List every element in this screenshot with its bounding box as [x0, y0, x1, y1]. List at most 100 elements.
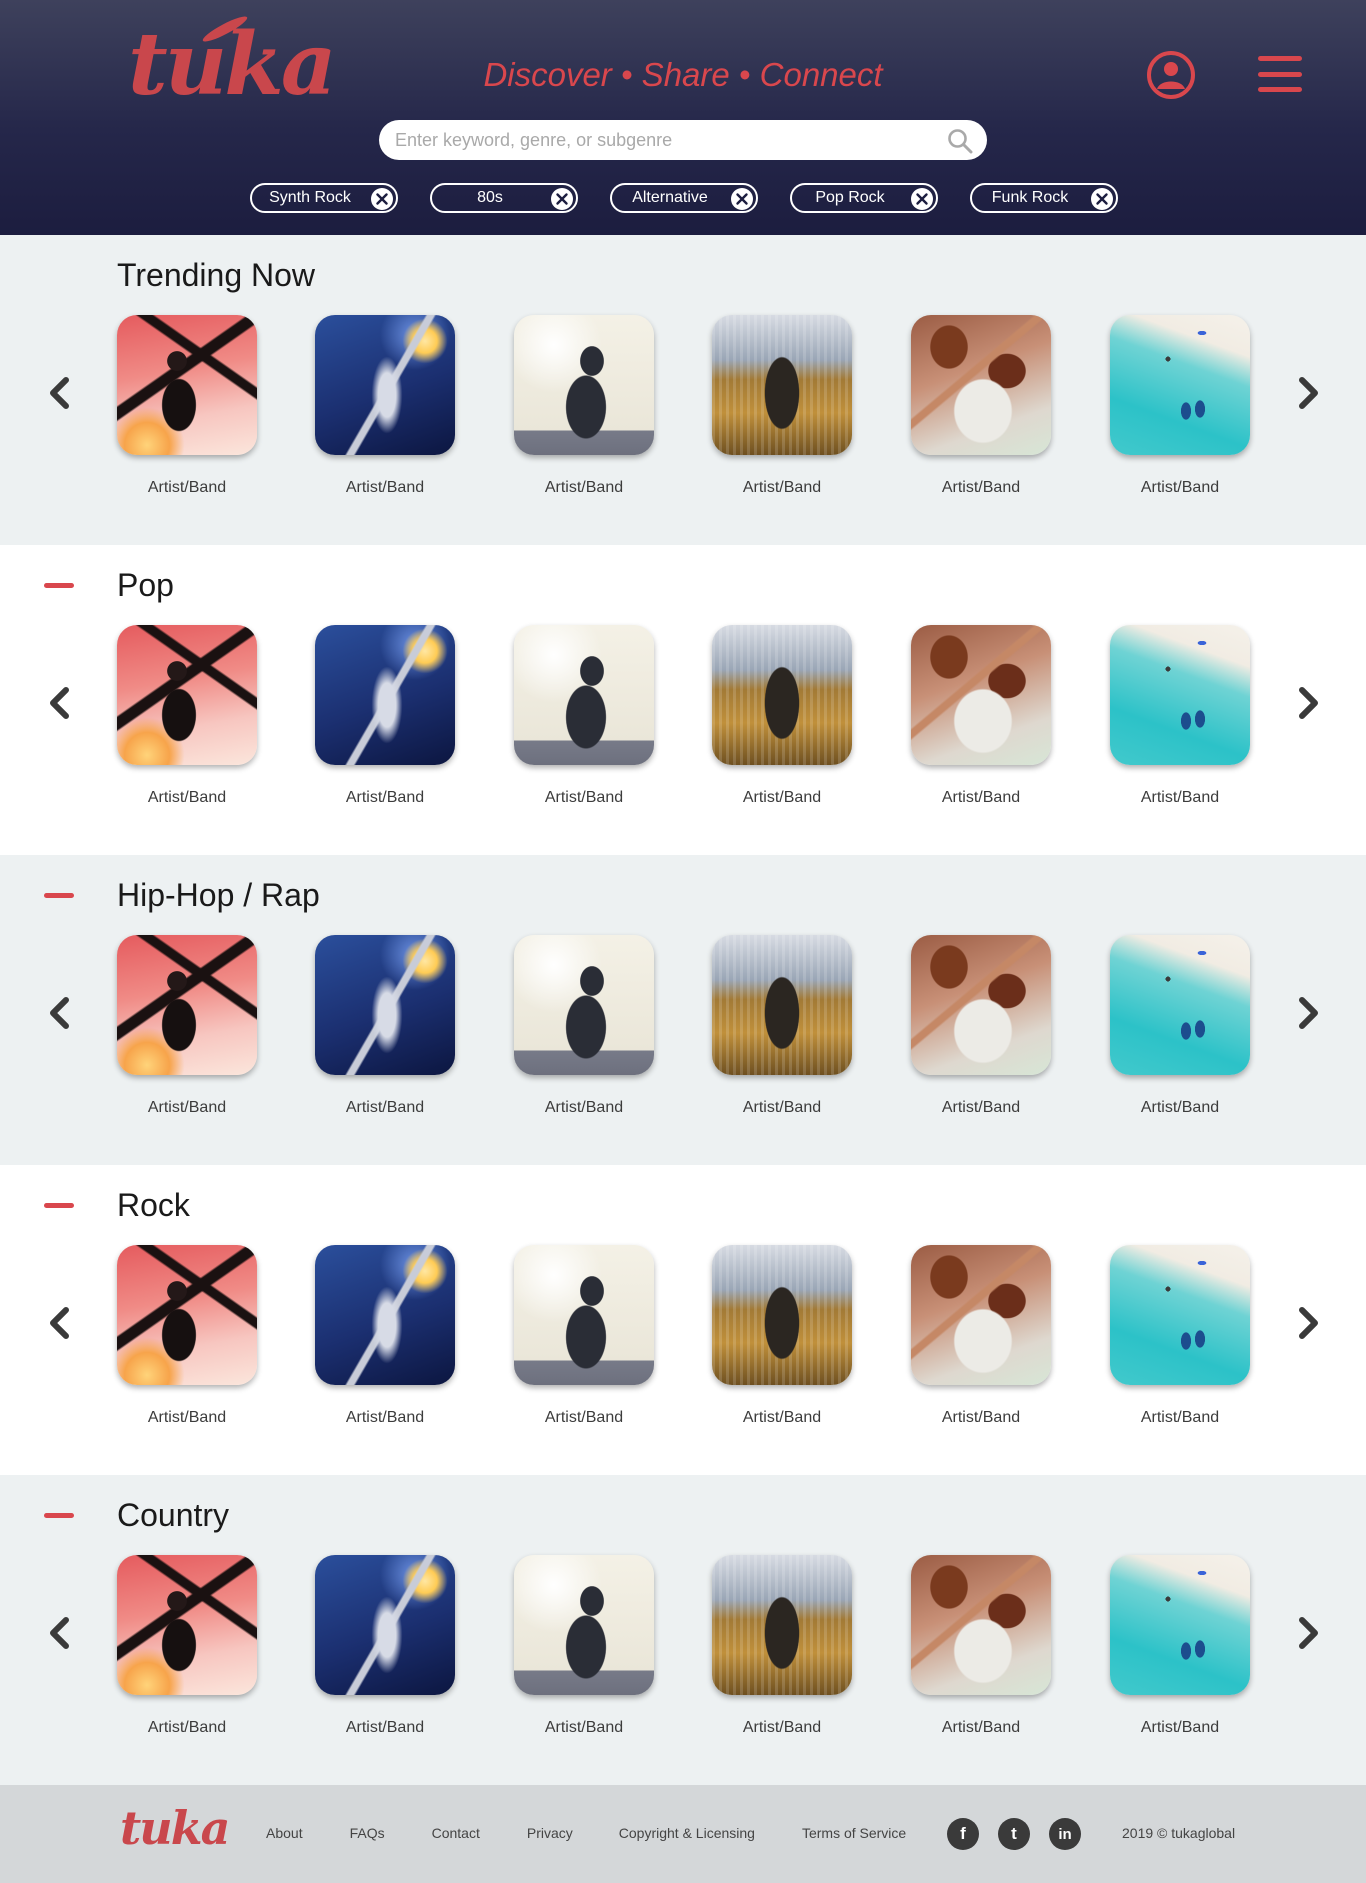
artist-name[interactable]: Artist/Band [712, 1719, 852, 1737]
artist-card[interactable]: Artist/Band [514, 315, 654, 497]
footer-link-faqs[interactable]: FAQs [350, 1825, 385, 1841]
artist-card[interactable]: Artist/Band [911, 315, 1051, 497]
collapse-minus-icon[interactable] [44, 1513, 74, 1518]
artist-image[interactable] [315, 935, 455, 1075]
close-icon[interactable] [910, 187, 934, 211]
artist-image[interactable] [712, 1245, 852, 1385]
close-icon[interactable] [730, 187, 754, 211]
artist-name[interactable]: Artist/Band [712, 1409, 852, 1427]
artist-image[interactable] [117, 625, 257, 765]
artist-card[interactable]: Artist/Band [315, 1555, 455, 1737]
artist-card[interactable]: Artist/Band [514, 935, 654, 1117]
artist-card[interactable]: Artist/Band [315, 315, 455, 497]
artist-image[interactable] [117, 935, 257, 1075]
artist-card[interactable]: Artist/Band [117, 935, 257, 1117]
artist-image[interactable] [117, 1245, 257, 1385]
artist-card[interactable]: Artist/Band [1110, 1245, 1250, 1427]
artist-name[interactable]: Artist/Band [315, 1409, 455, 1427]
artist-image[interactable] [315, 315, 455, 455]
artist-image[interactable] [117, 1555, 257, 1695]
artist-name[interactable]: Artist/Band [911, 789, 1051, 807]
artist-name[interactable]: Artist/Band [514, 1719, 654, 1737]
artist-name[interactable]: Artist/Band [117, 1409, 257, 1427]
artist-image[interactable] [1110, 315, 1250, 455]
close-icon[interactable] [370, 187, 394, 211]
artist-name[interactable]: Artist/Band [712, 789, 852, 807]
chevron-right-icon[interactable] [1292, 1305, 1324, 1341]
artist-card[interactable]: Artist/Band [712, 1245, 852, 1427]
artist-image[interactable] [1110, 935, 1250, 1075]
artist-name[interactable]: Artist/Band [315, 789, 455, 807]
artist-card[interactable]: Artist/Band [712, 315, 852, 497]
footer-link-contact[interactable]: Contact [432, 1825, 480, 1841]
artist-card[interactable]: Artist/Band [315, 1245, 455, 1427]
artist-card[interactable]: Artist/Band [117, 625, 257, 807]
artist-name[interactable]: Artist/Band [315, 1099, 455, 1117]
footer-link-terms[interactable]: Terms of Service [802, 1825, 906, 1841]
artist-card[interactable]: Artist/Band [117, 1555, 257, 1737]
artist-name[interactable]: Artist/Band [514, 1099, 654, 1117]
chevron-right-icon[interactable] [1292, 375, 1324, 411]
artist-card[interactable]: Artist/Band [1110, 1555, 1250, 1737]
artist-image[interactable] [514, 1245, 654, 1385]
collapse-minus-icon[interactable] [44, 893, 74, 898]
artist-card[interactable]: Artist/Band [1110, 315, 1250, 497]
hamburger-menu-icon[interactable] [1258, 56, 1302, 92]
artist-card[interactable]: Artist/Band [514, 1245, 654, 1427]
artist-image[interactable] [911, 1555, 1051, 1695]
artist-image[interactable] [712, 625, 852, 765]
artist-image[interactable] [315, 1555, 455, 1695]
filter-chip[interactable]: Funk Rock [970, 183, 1118, 213]
close-icon[interactable] [550, 187, 574, 211]
artist-card[interactable]: Artist/Band [315, 935, 455, 1117]
footer-logo[interactable]: tuka [120, 1805, 230, 1851]
close-icon[interactable] [1090, 187, 1114, 211]
artist-image[interactable] [1110, 1555, 1250, 1695]
twitter-icon[interactable]: t [998, 1818, 1030, 1850]
filter-chip[interactable]: Pop Rock [790, 183, 938, 213]
chevron-left-icon[interactable] [44, 1615, 76, 1651]
artist-name[interactable]: Artist/Band [1110, 1409, 1250, 1427]
search-input[interactable] [379, 120, 987, 160]
artist-card[interactable]: Artist/Band [911, 625, 1051, 807]
artist-image[interactable] [911, 935, 1051, 1075]
artist-card[interactable]: Artist/Band [911, 1555, 1051, 1737]
artist-name[interactable]: Artist/Band [1110, 479, 1250, 497]
artist-name[interactable]: Artist/Band [911, 1719, 1051, 1737]
artist-card[interactable]: Artist/Band [117, 1245, 257, 1427]
artist-image[interactable] [315, 625, 455, 765]
artist-name[interactable]: Artist/Band [712, 1099, 852, 1117]
artist-card[interactable]: Artist/Band [911, 1245, 1051, 1427]
artist-name[interactable]: Artist/Band [911, 1409, 1051, 1427]
artist-image[interactable] [514, 1555, 654, 1695]
artist-card[interactable]: Artist/Band [117, 315, 257, 497]
collapse-minus-icon[interactable] [44, 1203, 74, 1208]
filter-chip[interactable]: Alternative [610, 183, 758, 213]
artist-name[interactable]: Artist/Band [911, 1099, 1051, 1117]
footer-link-about[interactable]: About [266, 1825, 303, 1841]
artist-card[interactable]: Artist/Band [514, 1555, 654, 1737]
artist-name[interactable]: Artist/Band [117, 479, 257, 497]
linkedin-icon[interactable]: in [1049, 1818, 1081, 1850]
chevron-left-icon[interactable] [44, 995, 76, 1031]
chevron-left-icon[interactable] [44, 1305, 76, 1341]
chevron-left-icon[interactable] [44, 685, 76, 721]
chevron-right-icon[interactable] [1292, 1615, 1324, 1651]
artist-image[interactable] [712, 935, 852, 1075]
artist-name[interactable]: Artist/Band [1110, 1719, 1250, 1737]
footer-link-privacy[interactable]: Privacy [527, 1825, 573, 1841]
chevron-right-icon[interactable] [1292, 995, 1324, 1031]
artist-image[interactable] [315, 1245, 455, 1385]
artist-name[interactable]: Artist/Band [911, 479, 1051, 497]
artist-name[interactable]: Artist/Band [117, 1719, 257, 1737]
artist-card[interactable]: Artist/Band [315, 625, 455, 807]
artist-card[interactable]: Artist/Band [911, 935, 1051, 1117]
artist-image[interactable] [712, 1555, 852, 1695]
artist-image[interactable] [514, 315, 654, 455]
artist-image[interactable] [1110, 625, 1250, 765]
artist-name[interactable]: Artist/Band [712, 479, 852, 497]
artist-card[interactable]: Artist/Band [712, 625, 852, 807]
artist-image[interactable] [117, 315, 257, 455]
artist-name[interactable]: Artist/Band [514, 1409, 654, 1427]
artist-name[interactable]: Artist/Band [514, 789, 654, 807]
